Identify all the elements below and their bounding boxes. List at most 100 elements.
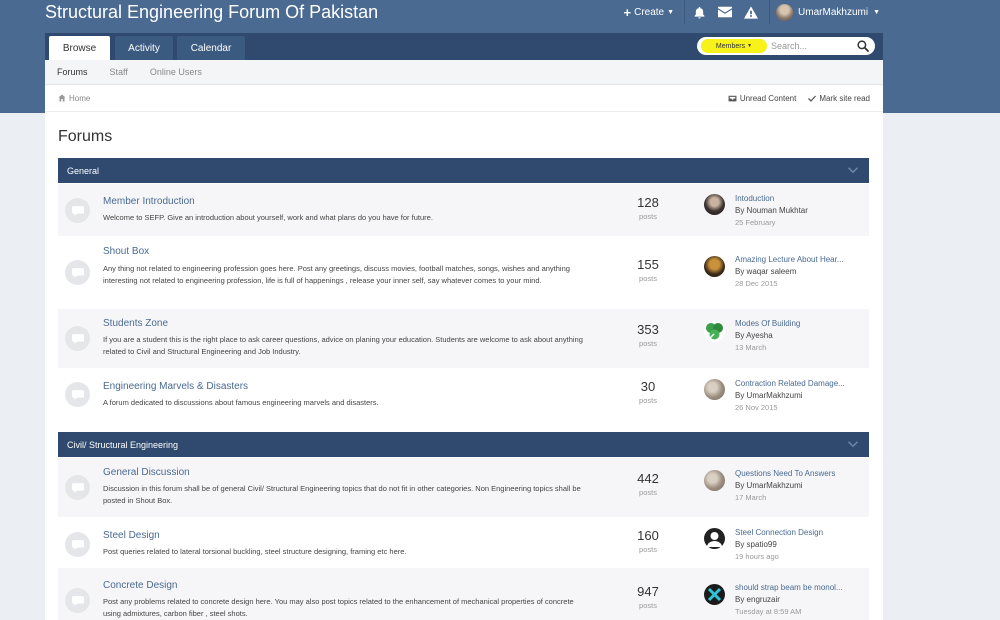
search-box: Members ▼ [697,37,875,55]
last-poster-avatar[interactable] [704,256,725,277]
breadcrumb-home[interactable]: Home [58,94,90,103]
forum-row: Steel Design Post queries related to lat… [58,518,869,568]
last-post-author[interactable]: By Nouman Mukhtar [735,206,808,215]
forum-description: Discussion in this forum shall be of gen… [103,484,581,505]
subnav-forums[interactable]: Forums [57,67,88,77]
clover-logo-icon [706,323,723,340]
create-button[interactable]: + Create ▼ [624,0,686,24]
last-post-title-link[interactable]: Contraction Related Damage... [735,379,845,388]
last-poster-avatar[interactable] [704,321,725,342]
subnav-online-users[interactable]: Online Users [150,67,202,77]
unread-content-link[interactable]: Unread Content [728,94,796,103]
secondary-nav: Forums Staff Online Users [45,60,883,85]
search-icon[interactable] [857,40,869,52]
category-header[interactable]: Civil/ Structural Engineering [58,432,869,457]
last-post-time: 19 hours ago [735,552,779,561]
chevron-down-icon[interactable] [847,164,859,176]
post-count-label: posts [639,545,657,554]
notifications-bell-icon[interactable] [687,0,711,24]
forum-description: A forum dedicated to discussions about f… [103,398,379,407]
last-poster-avatar[interactable] [704,470,725,491]
forum-title-link[interactable]: Shout Box [103,246,149,257]
forum-description: If you are a student this is the right p… [103,335,583,356]
chevron-down-icon[interactable] [847,438,859,450]
forum-row: Shout Box Any thing not related to engin… [58,237,869,309]
create-label: Create [634,6,665,18]
warning-icon[interactable] [739,0,763,24]
last-poster-avatar[interactable] [704,528,725,549]
primary-nav: Browse Activity Calendar Members ▼ [45,33,883,60]
last-post-author[interactable]: By spatio99 [735,540,777,549]
last-post-title-link[interactable]: should strap beam be monol... [735,583,843,592]
tab-activity[interactable]: Activity [115,36,173,60]
post-count: 947 [637,584,659,599]
forum-chat-icon [65,198,90,223]
search-input[interactable] [771,39,851,53]
forum-title-link[interactable]: Member Introduction [103,196,195,207]
username: UmarMakhzumi [798,6,869,18]
last-post-time: 28 Dec 2015 [735,279,778,288]
last-post-title-link[interactable]: Steel Connection Design [735,528,823,537]
last-post-title-link[interactable]: Amazing Lecture About Hear... [735,255,844,264]
last-post-time: 17 March [735,493,767,502]
search-scope-members-dropdown[interactable]: Members ▼ [701,39,767,53]
last-poster-avatar[interactable] [704,379,725,400]
forum-title-link[interactable]: Engineering Marvels & Disasters [103,381,248,392]
caret-down-icon: ▼ [747,43,753,49]
messages-envelope-icon[interactable] [713,0,737,24]
forum-chat-icon [65,382,90,407]
subnav-staff[interactable]: Staff [110,67,128,77]
category-header[interactable]: General [58,158,869,183]
forum-title-link[interactable]: General Discussion [103,467,190,478]
last-post-author[interactable]: By UmarMakhzumi [735,391,803,400]
forum-title-link[interactable]: Steel Design [103,530,160,541]
forum-title-link[interactable]: Concrete Design [103,580,177,591]
post-count: 30 [640,379,656,394]
mark-site-read-link[interactable]: Mark site read [808,94,870,103]
category-title: General [67,165,100,176]
post-count: 442 [637,471,659,486]
last-poster-avatar[interactable] [704,194,725,215]
post-count: 155 [637,257,659,272]
breadcrumb-home-label: Home [69,93,91,103]
post-count-label: posts [639,601,657,610]
forum-chat-icon [65,326,90,351]
forum-description: Post queries related to lateral torsiona… [103,547,407,556]
forum-chat-icon [65,260,90,285]
user-menu[interactable]: UmarMakhzumi ▼ [776,3,880,21]
last-post-title-link[interactable]: Modes Of Building [735,319,800,328]
forum-chat-icon [65,532,90,557]
check-icon [808,95,817,102]
post-count: 160 [637,528,659,543]
caret-down-icon: ▼ [667,8,675,16]
forum-row: Engineering Marvels & Disasters A forum … [58,369,869,421]
caret-down-icon: ▼ [873,8,880,16]
site-title[interactable]: Structural Engineering Forum Of Pakistan [45,2,378,23]
last-poster-avatar[interactable] [704,584,725,605]
user-bar: + Create ▼ UmarMakhzumi ▼ [624,0,880,24]
forum-description: Post any problems related to concrete de… [103,597,574,618]
post-count-label: posts [639,488,657,497]
search-scope-label: Members [715,42,746,50]
unread-content-label: Unread Content [739,93,797,103]
last-post-title-link[interactable]: Intoduction [735,194,774,203]
plus-icon: + [623,4,632,20]
last-post-author[interactable]: By Ayesha [735,331,773,340]
post-count-label: posts [639,396,657,405]
breadcrumb: Home Unread Content Mark site read [45,85,883,112]
cross-logo-icon [707,587,722,602]
forum-chat-icon [65,588,90,613]
tab-calendar[interactable]: Calendar [177,36,245,60]
last-post-author[interactable]: By UmarMakhzumi [735,481,803,490]
last-post-title-link[interactable]: Questions Need To Answers [735,469,835,478]
forum-row: General Discussion Discussion in this fo… [58,458,869,518]
forum-title-link[interactable]: Students Zone [103,318,168,329]
last-post-author[interactable]: By engruzair [735,595,780,604]
forum-row: Students Zone If you are a student this … [58,309,869,369]
forum-chat-icon [65,475,90,500]
post-count: 128 [637,195,659,210]
mark-site-read-label: Mark site read [819,93,870,103]
tab-browse[interactable]: Browse [49,36,110,60]
last-post-author[interactable]: By waqar saleem [735,267,796,276]
post-count: 353 [637,322,659,337]
